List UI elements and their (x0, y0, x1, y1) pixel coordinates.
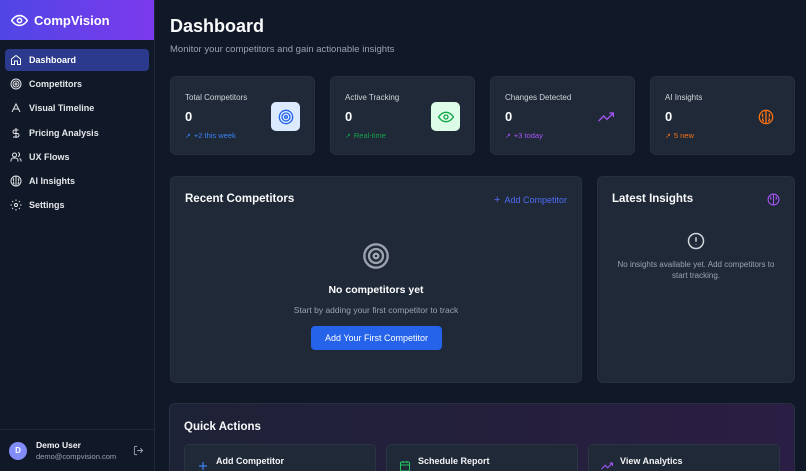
quick-action-label: Schedule Report (418, 456, 490, 466)
eye-icon (431, 102, 460, 131)
insights-empty-text: No insights available yet. Add competito… (617, 260, 775, 280)
stat-trend: ↗ 5 new (665, 131, 694, 140)
empty-state-subtitle: Start by adding your first competitor to… (293, 305, 459, 315)
main-content: Dashboard Monitor your competitors and g… (156, 0, 806, 471)
stat-trend: ↗ +3 today (505, 131, 543, 140)
panel-title: Quick Actions (184, 421, 261, 433)
trending-up-icon (601, 460, 613, 471)
sidebar-nav: Dashboard Competitors Visual Timeline Pr… (0, 40, 154, 216)
stat-trend: ↗ +2 this week (185, 131, 236, 140)
quick-action-schedule-report[interactable]: Schedule Report (386, 444, 578, 471)
app: CompVision Dashboard Competitors Visual … (0, 0, 806, 471)
calendar-icon (399, 460, 411, 471)
alert-circle-icon (687, 232, 705, 250)
target-icon (271, 102, 300, 131)
stat-trend-text: Real-time (353, 131, 386, 140)
stat-card-active-tracking: Active Tracking 0 ↗ Real-time (330, 76, 475, 155)
panel-title: Latest Insights (612, 193, 694, 205)
add-competitor-link[interactable]: + Add Competitor (494, 193, 567, 206)
stat-value: 0 (505, 109, 513, 124)
dollar-icon (10, 127, 22, 139)
avatar[interactable]: D (9, 441, 27, 460)
user-profile: D Demo User demo@compvision.com (0, 429, 155, 471)
stat-trend-text: +3 today (513, 131, 543, 140)
quick-action-add-competitor[interactable]: Add Competitor (184, 444, 376, 471)
stat-label: Total Competitors (185, 93, 248, 102)
sidebar-item-visual-timeline[interactable]: Visual Timeline (5, 97, 149, 119)
stat-trend-text: +2 this week (193, 131, 236, 140)
sidebar-item-pricing-analysis[interactable]: Pricing Analysis (5, 122, 149, 144)
panel-title: Recent Competitors (185, 193, 295, 205)
page-subtitle: Monitor your competitors and gain action… (170, 44, 395, 55)
arrow-up-right-icon: ↗ (505, 132, 511, 140)
quick-actions-panel: Quick Actions Add Competitor Schedule Re… (169, 403, 795, 471)
stat-card-total-competitors: Total Competitors 0 ↗ +2 this week (170, 76, 315, 155)
stat-card-ai-insights: AI Insights 0 ↗ 5 new (650, 76, 795, 155)
brand-name: CompVision (34, 12, 110, 28)
home-icon (10, 54, 22, 66)
sidebar-item-label: UX Flows (29, 151, 70, 162)
quick-action-label: View Analytics (620, 456, 683, 466)
sidebar-item-label: AI Insights (29, 175, 76, 186)
timeline-icon (10, 102, 22, 114)
brain-icon (10, 175, 22, 187)
sidebar-item-dashboard[interactable]: Dashboard (5, 49, 149, 71)
trending-up-icon (591, 102, 620, 131)
user-email: demo@compvision.com (36, 452, 117, 461)
target-icon (361, 241, 391, 271)
sidebar-item-competitors[interactable]: Competitors (5, 73, 149, 95)
target-icon (10, 78, 22, 90)
stat-value: 0 (345, 109, 353, 124)
eye-logo-icon (11, 12, 28, 29)
arrow-up-right-icon: ↗ (665, 132, 671, 140)
add-first-competitor-button[interactable]: Add Your First Competitor (311, 326, 442, 350)
latest-insights-panel: Latest Insights No insights available ye… (597, 176, 795, 383)
sidebar-item-label: Settings (29, 200, 65, 211)
stat-label: Active Tracking (345, 93, 400, 102)
stat-label: Changes Detected (505, 93, 572, 102)
logout-icon[interactable] (133, 445, 144, 456)
sidebar-item-label: Dashboard (29, 55, 77, 65)
add-competitor-label: Add Competitor (504, 195, 567, 205)
stat-trend: ↗ Real-time (345, 131, 386, 140)
gear-icon (10, 199, 22, 211)
user-info: Demo User demo@compvision.com (36, 440, 116, 461)
page-title: Dashboard (170, 16, 265, 36)
recent-competitors-panel: Recent Competitors + Add Competitor No c… (170, 176, 582, 383)
sidebar-item-ai-insights[interactable]: AI Insights (5, 170, 149, 192)
users-icon (10, 151, 22, 163)
sidebar-item-ux-flows[interactable]: UX Flows (5, 146, 149, 168)
brain-icon (767, 193, 780, 206)
sidebar-item-label: Competitors (29, 79, 83, 90)
arrow-up-right-icon: ↗ (345, 132, 351, 140)
plus-icon (197, 460, 209, 471)
stat-value: 0 (185, 109, 193, 124)
sidebar: CompVision Dashboard Competitors Visual … (0, 0, 155, 471)
brain-icon (751, 102, 780, 131)
quick-action-label: Add Competitor (216, 456, 284, 466)
quick-action-view-analytics[interactable]: View Analytics (588, 444, 780, 471)
empty-state-title: No competitors yet (328, 284, 424, 296)
stat-label: AI Insights (665, 93, 703, 102)
stat-value: 0 (665, 109, 673, 124)
brand-header[interactable]: CompVision (0, 0, 154, 40)
plus-icon: + (494, 193, 501, 206)
sidebar-item-settings[interactable]: Settings (5, 194, 149, 216)
arrow-up-right-icon: ↗ (185, 132, 191, 140)
stat-trend-text: 5 new (673, 131, 694, 140)
sidebar-item-label: Pricing Analysis (29, 127, 99, 138)
stat-card-changes-detected: Changes Detected 0 ↗ +3 today (490, 76, 635, 155)
sidebar-item-label: Visual Timeline (29, 103, 95, 114)
user-name: Demo User (36, 440, 81, 450)
